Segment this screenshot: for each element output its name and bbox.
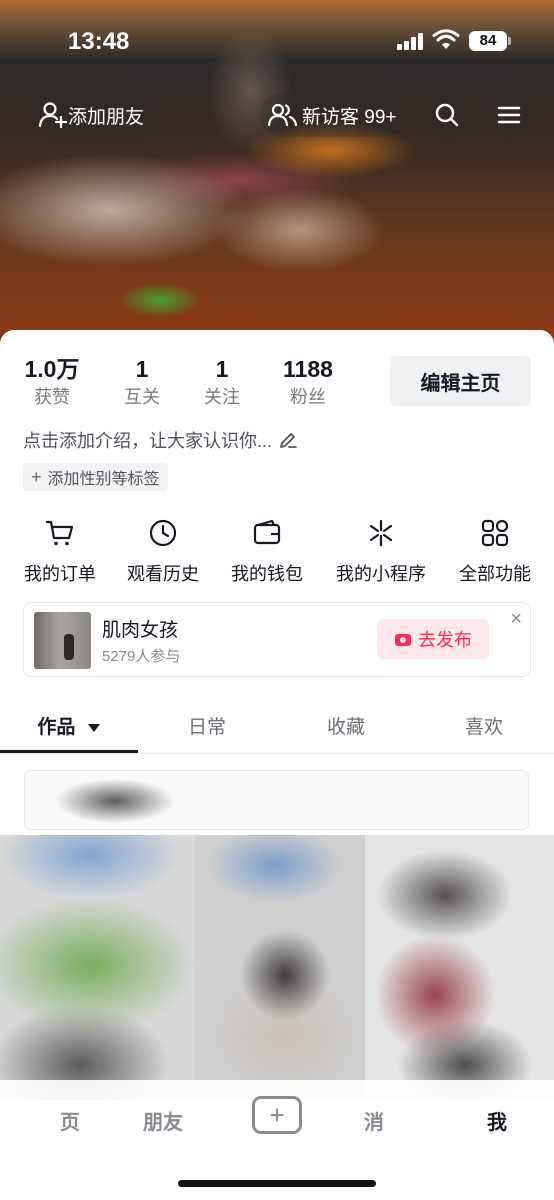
nav-friends[interactable]: 朋友	[143, 1106, 183, 1135]
bio-text: 点击添加介绍，让大家认识你...	[23, 431, 273, 451]
video-grid	[0, 760, 554, 1100]
likes-stat[interactable]: 1.0万 获赞	[22, 354, 82, 410]
edit-profile-button[interactable]: 编辑主页	[390, 356, 531, 406]
signal-icon	[397, 33, 425, 50]
mini-programs-label: 我的小程序	[336, 564, 426, 584]
clock-icon	[149, 519, 177, 547]
plus-icon: +	[31, 466, 42, 487]
pencil-icon	[280, 433, 297, 448]
mutual-follows-stat[interactable]: 1 互关	[117, 354, 167, 410]
publish-label: 去发布	[418, 630, 472, 650]
followers-stat[interactable]: 1188 粉丝	[278, 354, 338, 410]
likes-label: 获赞	[34, 387, 70, 407]
search-button[interactable]	[425, 93, 469, 137]
new-visitors-button[interactable]: 新访客 99+	[260, 93, 406, 137]
tab-favorites[interactable]: 收藏	[277, 712, 415, 739]
video-thumbnail[interactable]	[0, 835, 200, 1100]
nav-home[interactable]: 页	[60, 1106, 80, 1135]
camera-icon	[395, 634, 411, 646]
mutual-follows-label: 互关	[124, 387, 160, 407]
mini-programs-button[interactable]: 我的小程序	[336, 518, 426, 586]
bio[interactable]: 点击添加介绍，让大家认识你...	[23, 427, 298, 453]
close-icon[interactable]: ×	[510, 609, 522, 629]
search-icon	[435, 103, 459, 127]
all-features-button[interactable]: 全部功能	[450, 518, 540, 586]
home-indicator	[178, 1180, 376, 1187]
active-tab-indicator	[0, 750, 138, 753]
tab-works-label: 作品	[37, 717, 76, 738]
visitors-icon	[268, 103, 298, 127]
my-orders-label: 我的订单	[24, 564, 96, 584]
video-thumbnail[interactable]	[365, 835, 554, 1100]
followers-label: 粉丝	[290, 387, 326, 407]
battery-icon: 84	[469, 31, 511, 51]
mini-program-icon	[369, 519, 393, 547]
battery-level: 84	[479, 32, 497, 49]
caret-down-icon	[87, 724, 100, 732]
status-time: 13:48	[68, 28, 130, 55]
tab-daily[interactable]: 日常	[138, 712, 276, 739]
add-friend-button[interactable]: 添加朋友	[30, 93, 158, 137]
following-count: 1	[215, 356, 229, 382]
cart-icon	[45, 520, 74, 546]
nav-messages[interactable]: 消	[364, 1106, 384, 1135]
blurred-banner	[24, 770, 529, 830]
status-bar: 13:48 84	[0, 0, 554, 84]
challenge-promo-card[interactable]: 肌肉女孩 5279人参与 去发布 ×	[23, 602, 531, 677]
my-orders-button[interactable]: 我的订单	[15, 518, 105, 586]
nav-me[interactable]: 我	[487, 1106, 507, 1135]
menu-button[interactable]	[487, 93, 531, 137]
create-button[interactable]: +	[252, 1096, 302, 1134]
add-tags-label: 添加性别等标签	[47, 471, 160, 488]
tab-works[interactable]: 作品	[0, 712, 138, 739]
following-label: 关注	[204, 387, 240, 407]
plus-icon: +	[269, 1099, 285, 1130]
followers-count: 1188	[283, 356, 333, 382]
video-thumbnail[interactable]	[195, 835, 370, 1100]
watch-history-button[interactable]: 观看历史	[118, 518, 208, 586]
mutual-follows-count: 1	[135, 356, 149, 382]
challenge-title: 肌肉女孩	[102, 620, 179, 641]
wifi-icon	[432, 29, 460, 49]
add-tags-chip[interactable]: + 添加性别等标签	[23, 463, 168, 491]
tab-likes[interactable]: 喜欢	[415, 712, 553, 739]
grid-icon	[481, 519, 509, 547]
add-person-icon	[38, 102, 68, 129]
profile-cover-photo[interactable]: 13:48 84 添加朋友 新访客 99+	[0, 0, 554, 360]
wallet-icon	[253, 519, 281, 545]
hamburger-menu-icon	[497, 106, 521, 124]
my-wallet-button[interactable]: 我的钱包	[222, 518, 312, 586]
challenge-participants: 5279人参与	[102, 648, 181, 665]
add-friend-label: 添加朋友	[68, 106, 145, 128]
my-wallet-label: 我的钱包	[231, 564, 303, 584]
all-features-label: 全部功能	[459, 564, 531, 584]
likes-count: 1.0万	[24, 356, 80, 382]
watch-history-label: 观看历史	[127, 564, 199, 584]
publish-button[interactable]: 去发布	[377, 619, 489, 659]
content-tabs: 作品 日常 收藏 喜欢	[0, 700, 554, 754]
challenge-thumbnail	[34, 612, 91, 669]
new-visitors-label: 新访客 99+	[302, 106, 397, 128]
following-stat[interactable]: 1 关注	[197, 354, 247, 410]
